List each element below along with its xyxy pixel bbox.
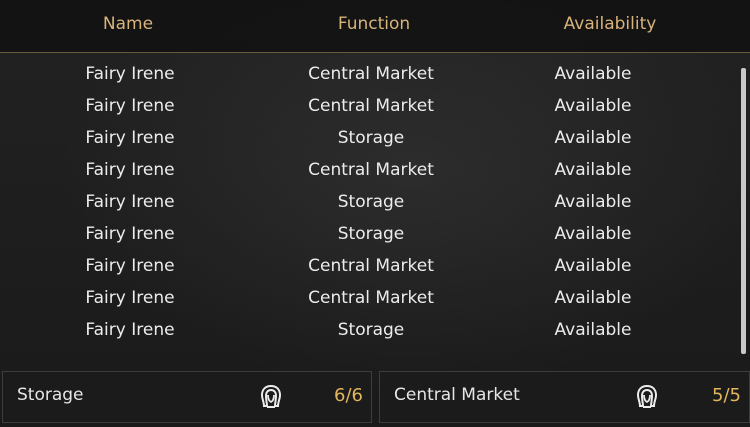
row-availability: Available bbox=[554, 96, 632, 116]
row-name: Fairy Irene bbox=[85, 96, 175, 116]
column-header-function[interactable]: Function bbox=[284, 14, 464, 34]
row-availability: Available bbox=[554, 256, 632, 276]
table-row[interactable]: Fairy Irene Storage Available bbox=[0, 186, 740, 218]
row-availability: Available bbox=[554, 128, 632, 148]
table-row[interactable]: Fairy Irene Storage Available bbox=[0, 314, 740, 346]
table-header: Name Function Availability bbox=[0, 0, 750, 53]
row-name: Fairy Irene bbox=[85, 288, 175, 308]
row-function: Storage bbox=[337, 192, 405, 212]
row-availability: Available bbox=[554, 320, 632, 340]
table-row[interactable]: Fairy Irene Storage Available bbox=[0, 122, 740, 154]
table-row[interactable]: Fairy Irene Central Market Available bbox=[0, 250, 740, 282]
table-row[interactable]: Fairy Irene Central Market Available bbox=[0, 282, 740, 314]
fairy-head-icon bbox=[257, 383, 285, 411]
row-availability: Available bbox=[554, 224, 632, 244]
row-availability: Available bbox=[554, 288, 632, 308]
row-function: Storage bbox=[337, 224, 405, 244]
row-function: Central Market bbox=[308, 160, 434, 180]
row-availability: Available bbox=[554, 160, 632, 180]
table-row[interactable]: Fairy Irene Storage Available bbox=[0, 218, 740, 250]
column-header-availability[interactable]: Availability bbox=[520, 14, 700, 34]
table-row[interactable]: Fairy Irene Central Market Available bbox=[0, 154, 740, 186]
row-name: Fairy Irene bbox=[85, 192, 175, 212]
central-market-label: Central Market bbox=[394, 385, 520, 405]
row-availability: Available bbox=[554, 64, 632, 84]
row-function: Central Market bbox=[308, 96, 434, 116]
summary-bar: Storage 6/6 Central Market 5/5 bbox=[0, 366, 750, 427]
row-name: Fairy Irene bbox=[85, 224, 175, 244]
list-scrollbar[interactable] bbox=[741, 68, 746, 354]
row-function: Storage bbox=[337, 320, 405, 340]
central-market-count: 5/5 bbox=[712, 385, 741, 406]
row-function: Storage bbox=[337, 128, 405, 148]
table-row[interactable]: Fairy Irene Central Market Available bbox=[0, 58, 740, 90]
row-name: Fairy Irene bbox=[85, 256, 175, 276]
row-availability: Available bbox=[554, 192, 632, 212]
row-name: Fairy Irene bbox=[85, 128, 175, 148]
fairy-head-icon bbox=[633, 383, 661, 411]
row-name: Fairy Irene bbox=[85, 160, 175, 180]
row-function: Central Market bbox=[308, 288, 434, 308]
fairy-list: Fairy Irene Central Market Available Fai… bbox=[0, 58, 740, 358]
central-market-panel[interactable]: Central Market 5/5 bbox=[379, 371, 750, 423]
column-header-name[interactable]: Name bbox=[38, 14, 218, 34]
storage-count: 6/6 bbox=[334, 385, 363, 406]
row-function: Central Market bbox=[308, 64, 434, 84]
row-name: Fairy Irene bbox=[85, 320, 175, 340]
row-function: Central Market bbox=[308, 256, 434, 276]
storage-panel[interactable]: Storage 6/6 bbox=[2, 371, 372, 423]
table-row[interactable]: Fairy Irene Central Market Available bbox=[0, 90, 740, 122]
row-name: Fairy Irene bbox=[85, 64, 175, 84]
storage-label: Storage bbox=[17, 385, 84, 405]
